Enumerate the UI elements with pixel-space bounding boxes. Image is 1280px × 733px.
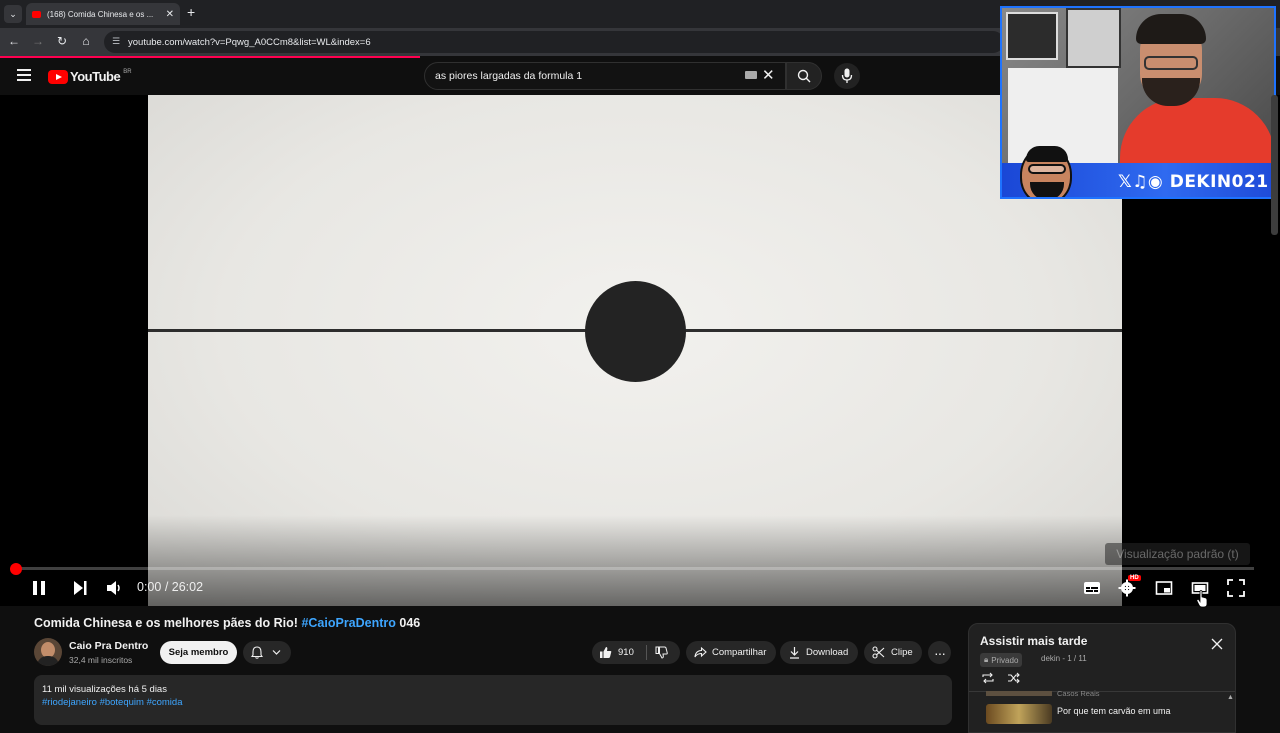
notification-bell-button[interactable] <box>243 641 291 664</box>
description-hashtags[interactable]: #riodejaneiro #botequim #comida <box>42 697 182 708</box>
pause-icon[interactable] <box>30 579 48 597</box>
share-button[interactable]: Compartilhar <box>686 641 776 664</box>
clip-label: Clipe <box>891 647 913 658</box>
back-icon[interactable]: ← <box>6 34 22 48</box>
video-title-hashtag[interactable]: #CaioPraDentro <box>301 616 395 630</box>
like-divider <box>646 645 647 660</box>
reload-icon[interactable]: ↻ <box>54 34 70 48</box>
logo-text: YouTube <box>70 69 121 84</box>
join-membership-button[interactable]: Seja membro <box>160 641 237 664</box>
previous-item-title[interactable]: Casos Reais <box>1057 689 1100 698</box>
next-video-icon[interactable] <box>71 579 89 597</box>
more-actions-icon[interactable]: ··· <box>928 641 951 664</box>
wall-frame-right <box>1066 8 1121 68</box>
search-icon <box>797 69 811 83</box>
forward-icon[interactable]: → <box>30 34 46 48</box>
scrubber-handle[interactable] <box>10 563 22 575</box>
tab-title: (168) Comida Chinesa e os ... <box>47 9 154 19</box>
microphone-icon <box>841 68 853 83</box>
streamer-hair <box>1136 14 1206 44</box>
tab-search-icon[interactable]: ⌄ <box>4 5 22 23</box>
youtube-play-icon <box>48 69 68 84</box>
time-separator: / <box>161 580 172 594</box>
search-query: as piores largadas da formula 1 <box>435 70 583 82</box>
close-icon[interactable] <box>1211 638 1223 650</box>
home-icon[interactable]: ⌂ <box>78 34 94 48</box>
streamer-glasses <box>1144 56 1198 70</box>
url-text: youtube.com/watch?v=Pqwg_A0CCm8&list=WL&… <box>128 36 371 48</box>
playlist-panel: Assistir mais tarde 🔒︎ Privado dekin - 1 … <box>968 623 1236 733</box>
region-code: BR <box>123 68 132 75</box>
chevron-down-icon <box>272 650 281 655</box>
mouse-cursor-icon <box>1196 590 1208 608</box>
fullscreen-icon[interactable] <box>1227 579 1245 597</box>
menu-icon[interactable] <box>17 69 31 84</box>
subscriber-count: 32,4 mil inscritos <box>69 655 133 665</box>
playlist-item-title[interactable]: Por que tem carvão em uma <box>1057 706 1171 716</box>
video-title-main: Comida Chinesa e os melhores pães do Rio… <box>34 616 302 630</box>
settings-button[interactable]: HD <box>1118 575 1141 602</box>
channel-avatar[interactable] <box>34 638 62 666</box>
playlist-item-thumbnail[interactable] <box>986 704 1052 724</box>
clip-button[interactable]: Clipe <box>864 641 922 664</box>
streamer-webcam-overlay: 𝕏♫◉ DEKIN021 <box>1000 6 1276 199</box>
time-display: 0:00 / 26:02 <box>137 580 203 594</box>
tab-close-icon[interactable]: ✕ <box>166 9 174 20</box>
previous-item-thumbnail[interactable] <box>986 691 1052 696</box>
like-dislike-group: 910 <box>592 641 680 664</box>
download-icon <box>790 647 799 659</box>
cartoon-avatar <box>1020 146 1072 197</box>
thumbs-up-icon <box>600 647 612 658</box>
scroll-up-icon[interactable]: ▲ <box>1227 694 1234 701</box>
time-total: 26:02 <box>171 580 204 594</box>
search-button[interactable] <box>786 62 822 90</box>
wall-frame-left <box>1006 12 1058 60</box>
hd-badge: HD <box>1128 575 1141 581</box>
privacy-badge: 🔒︎ Privado <box>980 653 1023 667</box>
thumbs-down-icon <box>655 646 668 659</box>
new-tab-icon[interactable]: + <box>187 4 195 20</box>
video-title-suffix: 046 <box>395 616 421 630</box>
description-box[interactable]: 11 mil visualizações há 5 dias #riodejan… <box>34 675 952 725</box>
like-button[interactable]: 910 <box>592 641 646 664</box>
gear-icon <box>1118 579 1136 597</box>
keyboard-icon[interactable] <box>745 71 757 79</box>
like-count: 910 <box>618 647 634 658</box>
download-label: Download <box>806 647 849 658</box>
browser-tab[interactable]: (168) Comida Chinesa e os ... ✕ <box>26 3 180 25</box>
playlist-meta: dekin - 1 / 11 <box>1041 654 1087 663</box>
lock-icon: 🔒︎ <box>984 655 989 664</box>
shuffle-icon[interactable] <box>1007 672 1021 684</box>
scissors-icon <box>872 646 885 659</box>
handle-text: DEKIN021 <box>1169 172 1269 192</box>
address-bar[interactable]: ☰ youtube.com/watch?v=Pqwg_A0CCm8&list=W… <box>104 31 1004 53</box>
theater-mode-tooltip: Visualização padrão (t) <box>1105 543 1250 565</box>
views-and-date: 11 mil visualizações há 5 dias <box>42 684 167 695</box>
youtube-favicon-icon <box>32 10 41 18</box>
bell-icon <box>251 646 263 659</box>
voice-search-button[interactable] <box>834 63 860 89</box>
privacy-label: Privado <box>991 655 1019 665</box>
video-black-circle <box>585 281 686 382</box>
share-label: Compartilhar <box>712 647 767 658</box>
loop-icon[interactable] <box>981 672 995 684</box>
progress-bar[interactable] <box>12 567 1254 570</box>
video-title: Comida Chinesa e os melhores pães do Rio… <box>34 616 420 630</box>
subtitles-icon[interactable] <box>1083 579 1101 597</box>
dislike-button[interactable] <box>648 641 680 664</box>
download-button[interactable]: Download <box>780 641 858 664</box>
site-info-icon[interactable]: ☰ <box>112 36 120 47</box>
channel-name[interactable]: Caio Pra Dentro <box>69 640 148 652</box>
search-input[interactable]: as piores largadas da formula 1 <box>424 62 786 90</box>
miniplayer-icon[interactable] <box>1155 579 1173 597</box>
clear-search-icon[interactable]: ✕ <box>762 66 775 84</box>
social-handle: 𝕏♫◉ DEKIN021 <box>1118 172 1269 192</box>
social-icons: 𝕏♫◉ <box>1118 172 1170 192</box>
volume-icon[interactable] <box>105 579 123 597</box>
page-scrollbar[interactable] <box>1271 95 1278 235</box>
playlist-title[interactable]: Assistir mais tarde <box>980 634 1087 648</box>
share-icon <box>694 647 707 658</box>
youtube-logo[interactable]: YouTube BR <box>48 69 132 84</box>
time-current: 0:00 <box>137 580 162 594</box>
